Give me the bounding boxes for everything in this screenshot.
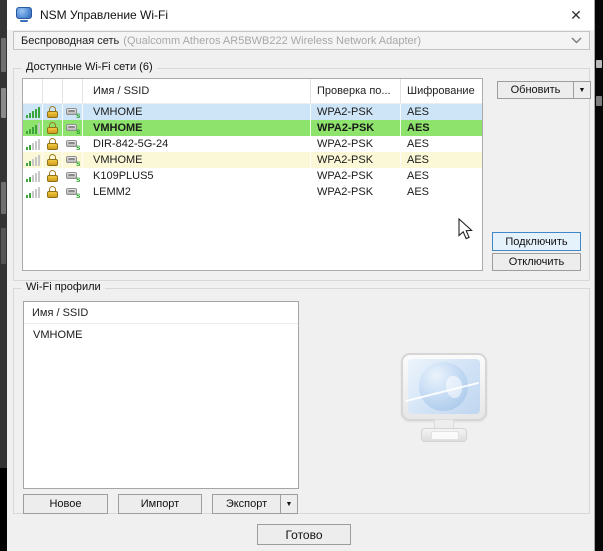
window-title: NSM Управление Wi-Fi — [40, 8, 169, 22]
signal-icon — [25, 122, 40, 134]
lock-icon — [47, 122, 58, 134]
network-ssid: LEMM2 — [83, 184, 311, 200]
close-icon[interactable]: ✕ — [558, 0, 594, 30]
lock-icon — [47, 138, 58, 150]
column-ssid[interactable]: Имя / SSID — [83, 79, 311, 103]
network-row[interactable]: s DIR-842-5G-24 WPA2-PSK AES — [23, 136, 482, 152]
networks-table[interactable]: Имя / SSID Проверка по... Шифрование s V… — [22, 78, 483, 271]
disconnect-button[interactable]: Отключить — [492, 253, 581, 271]
device-badge: s — [76, 127, 81, 136]
device-icon: s — [65, 138, 81, 152]
signal-icon — [25, 170, 40, 182]
network-row[interactable]: s VMHOME WPA2-PSK AES — [23, 152, 482, 168]
done-button[interactable]: Готово — [257, 524, 351, 545]
adapter-combobox-value: (Qualcomm Atheros AR5BWB222 Wireless Net… — [123, 34, 422, 47]
title-bar: NSM Управление Wi-Fi ✕ — [7, 0, 594, 30]
background-dark-area — [0, 468, 7, 551]
export-button[interactable]: Экспорт ▼ — [212, 494, 298, 514]
refresh-button-label: Обновить — [510, 84, 561, 96]
background-window-fragment — [1, 228, 6, 264]
network-encryption: AES — [407, 186, 430, 198]
column-signal — [23, 79, 43, 103]
network-auth: WPA2-PSK — [311, 104, 401, 120]
background-window-fragment — [596, 60, 602, 68]
import-button[interactable]: Импорт — [118, 494, 202, 514]
nsm-wifi-dialog: NSM Управление Wi-Fi ✕ Беспроводная сеть… — [7, 0, 595, 551]
export-button-label: Экспорт — [225, 498, 268, 510]
lock-icon — [47, 106, 58, 118]
available-networks-title: Доступные Wi-Fi сети (6) — [22, 61, 157, 73]
network-watermark-icon — [392, 353, 497, 453]
desktop-left-strip — [0, 0, 7, 551]
chevron-down-icon — [571, 37, 582, 44]
network-row[interactable]: s K109PLUS5 WPA2-PSK AES — [23, 168, 482, 184]
wifi-profiles-title: Wi-Fi профили — [22, 281, 105, 293]
lock-icon — [47, 170, 58, 182]
network-encryption: AES — [407, 138, 430, 150]
network-rows: s VMHOME WPA2-PSK AES s VMHOME WPA2-PSK … — [23, 104, 482, 200]
signal-icon — [25, 154, 40, 166]
network-ssid: VMHOME — [83, 152, 311, 168]
network-auth: WPA2-PSK — [311, 184, 401, 200]
connect-button[interactable]: Подключить — [492, 232, 581, 251]
background-window-fragment — [596, 96, 602, 106]
background-window-fragment — [1, 182, 6, 214]
network-encryption: AES — [407, 170, 430, 182]
device-icon: s — [65, 154, 81, 168]
wifi-profiles-group: Wi-Fi профили Имя / SSID VMHOME Новое Им… — [13, 281, 590, 514]
refresh-dropdown-icon[interactable]: ▼ — [573, 82, 590, 98]
lock-icon — [47, 154, 58, 166]
column-type — [63, 79, 83, 103]
device-badge: s — [76, 143, 81, 152]
profile-list-items: VMHOME — [24, 326, 298, 344]
signal-icon — [25, 138, 40, 150]
mouse-cursor — [458, 218, 473, 240]
network-auth: WPA2-PSK — [311, 120, 401, 136]
network-ssid: K109PLUS5 — [83, 168, 311, 184]
adapter-combobox[interactable]: Беспроводная сеть (Qualcomm Atheros AR5B… — [13, 31, 590, 50]
networks-table-header: Имя / SSID Проверка по... Шифрование — [23, 79, 482, 104]
network-encryption: AES — [407, 122, 430, 134]
column-auth[interactable]: Проверка по... — [311, 79, 401, 103]
refresh-button[interactable]: Обновить ▼ — [497, 81, 591, 99]
network-auth: WPA2-PSK — [311, 152, 401, 168]
column-encryption[interactable]: Шифрование — [401, 79, 482, 103]
device-badge: s — [76, 111, 81, 120]
adapter-combobox-label: Беспроводная сеть — [21, 34, 120, 47]
signal-icon — [25, 186, 40, 198]
network-row[interactable]: s VMHOME WPA2-PSK AES — [23, 120, 482, 136]
network-row[interactable]: s VMHOME WPA2-PSK AES — [23, 104, 482, 120]
network-ssid: DIR-842-5G-24 — [83, 136, 311, 152]
profile-list-item[interactable]: VMHOME — [24, 326, 298, 344]
column-security — [43, 79, 63, 103]
device-badge: s — [76, 175, 81, 184]
profile-list-header: Имя / SSID — [24, 302, 298, 324]
background-window-fragment — [1, 88, 6, 118]
device-icon: s — [65, 186, 81, 200]
network-row[interactable]: s LEMM2 WPA2-PSK AES — [23, 184, 482, 200]
device-badge: s — [76, 191, 81, 200]
app-icon — [16, 7, 32, 23]
device-icon: s — [65, 122, 81, 136]
new-profile-button[interactable]: Новое — [23, 494, 108, 514]
export-dropdown-icon[interactable]: ▼ — [280, 495, 297, 513]
background-window-fragment — [1, 38, 6, 72]
network-encryption: AES — [407, 154, 430, 166]
network-auth: WPA2-PSK — [311, 168, 401, 184]
device-icon: s — [65, 106, 81, 120]
signal-icon — [25, 106, 40, 118]
profile-list[interactable]: Имя / SSID VMHOME — [23, 301, 299, 489]
network-ssid: VMHOME — [83, 104, 311, 120]
device-badge: s — [76, 159, 81, 168]
device-icon: s — [65, 170, 81, 184]
network-encryption: AES — [407, 106, 430, 118]
network-auth: WPA2-PSK — [311, 136, 401, 152]
lock-icon — [47, 186, 58, 198]
desktop-right-strip — [595, 0, 603, 551]
network-ssid: VMHOME — [83, 120, 311, 136]
